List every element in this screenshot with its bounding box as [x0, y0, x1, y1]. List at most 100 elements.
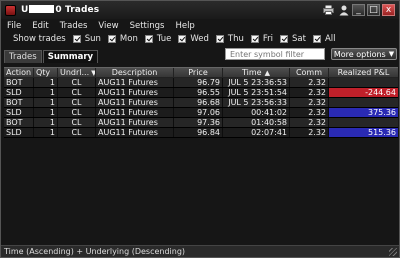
header-description[interactable]: Description: [96, 68, 174, 77]
minimize-button[interactable]: _: [352, 4, 365, 16]
table-row[interactable]: SLD 1 CL AUG11 Futures 96.84 02:07:41 2.…: [4, 128, 398, 138]
redacted-account-box: [29, 5, 55, 13]
header-price[interactable]: Price: [174, 68, 223, 77]
cell-description: AUG11 Futures: [96, 108, 174, 117]
checkbox-box[interactable]: [72, 35, 81, 43]
close-button[interactable]: x: [382, 4, 395, 16]
checkbox-box[interactable]: [178, 35, 187, 43]
table-row[interactable]: BOT 1 CL AUG11 Futures 96.79 JUL 5 23:36…: [4, 78, 398, 88]
checkbox-box[interactable]: [144, 35, 153, 43]
cell-description: AUG11 Futures: [96, 78, 174, 87]
menu-file[interactable]: File: [7, 21, 21, 31]
show-trades-bar: Show trades Sun Mon Tue Wed Thu Fri Sat …: [1, 32, 399, 46]
header-underlying-label: Undrl...: [60, 68, 90, 77]
cell-price: 96.55: [174, 88, 223, 97]
menu-help[interactable]: Help: [175, 21, 194, 31]
cell-price: 97.06: [174, 108, 223, 117]
cell-realized-pnl: [329, 118, 398, 127]
checkbox-tue[interactable]: Tue: [144, 34, 172, 44]
checkbox-sun[interactable]: Sun: [72, 34, 101, 44]
menu-edit[interactable]: Edit: [32, 21, 48, 31]
cell-time: JUL 5 23:56:33: [223, 98, 290, 107]
printer-icon[interactable]: [322, 4, 335, 17]
checkbox-label: Sun: [84, 34, 101, 44]
cell-description: AUG11 Futures: [96, 118, 174, 127]
table-row[interactable]: BOT 1 CL AUG11 Futures 96.68 JUL 5 23:56…: [4, 98, 398, 108]
checkbox-label: Mon: [119, 34, 138, 44]
cell-comm: 2.32: [290, 78, 329, 87]
more-options-label: More options: [333, 49, 386, 59]
cell-qty: 1: [34, 128, 58, 137]
person-icon[interactable]: [337, 4, 350, 17]
cell-qty: 1: [34, 118, 58, 127]
cell-price: 97.36: [174, 118, 223, 127]
cell-qty: 1: [34, 108, 58, 117]
cell-time: 00:41:02: [223, 108, 290, 117]
cell-qty: 1: [34, 78, 58, 87]
cell-underlying: CL: [58, 128, 96, 137]
checkbox-label: All: [324, 34, 336, 44]
cell-action: SLD: [4, 128, 34, 137]
checkbox-box[interactable]: [107, 35, 116, 43]
header-action[interactable]: Action: [4, 68, 34, 77]
symbol-filter-input[interactable]: [225, 48, 325, 60]
checkbox-sat[interactable]: Sat: [280, 34, 306, 44]
cell-time: 01:40:58: [223, 118, 290, 127]
header-time[interactable]: Time ▲: [223, 68, 290, 77]
status-bar: Time (Ascending) + Underlying (Descendin…: [1, 245, 399, 257]
cell-action: SLD: [4, 88, 34, 97]
header-time-label: Time: [242, 68, 262, 77]
cell-description: AUG11 Futures: [96, 128, 174, 137]
cell-action: BOT: [4, 78, 34, 87]
menu-settings[interactable]: Settings: [130, 21, 165, 31]
checkbox-mon[interactable]: Mon: [107, 34, 138, 44]
table-row[interactable]: BOT 1 CL AUG11 Futures 97.36 01:40:58 2.…: [4, 118, 398, 128]
cell-comm: 2.32: [290, 98, 329, 107]
cell-underlying: CL: [58, 88, 96, 97]
cell-qty: 1: [34, 88, 58, 97]
checkbox-label: Fri: [262, 34, 274, 44]
checkbox-box[interactable]: [250, 35, 259, 43]
header-realized-pnl[interactable]: Realized P&L: [329, 68, 398, 77]
chevron-down-icon: ▼: [388, 50, 395, 58]
cell-underlying: CL: [58, 98, 96, 107]
checkbox-box[interactable]: [215, 35, 224, 43]
sort-ascending-icon: ▲: [264, 68, 270, 77]
menu-trades[interactable]: Trades: [60, 21, 88, 31]
restore-button[interactable]: □: [367, 4, 380, 16]
table-row[interactable]: SLD 1 CL AUG11 Futures 97.06 00:41:02 2.…: [4, 108, 398, 118]
cell-underlying: CL: [58, 118, 96, 127]
checkbox-label: Sat: [292, 34, 306, 44]
header-underlying[interactable]: Undrl...▼: [58, 68, 96, 77]
window-title-prefix: U: [21, 5, 29, 15]
cell-comm: 2.32: [290, 118, 329, 127]
header-qty[interactable]: Qty: [34, 68, 58, 77]
checkbox-all[interactable]: All: [312, 34, 336, 44]
table-row[interactable]: SLD 1 CL AUG11 Futures 96.55 JUL 5 23:51…: [4, 88, 398, 98]
checkbox-box[interactable]: [312, 35, 321, 43]
tab-summary[interactable]: Summary: [42, 50, 99, 63]
checkbox-label: Thu: [227, 34, 244, 44]
checkbox-label: Tue: [156, 34, 172, 44]
tab-trades[interactable]: Trades: [4, 50, 42, 63]
menu-bar: File Edit Trades View Settings Help: [1, 19, 399, 32]
cell-comm: 2.32: [290, 88, 329, 97]
header-comm[interactable]: Comm: [290, 68, 329, 77]
cell-price: 96.79: [174, 78, 223, 87]
menu-view[interactable]: View: [98, 21, 118, 31]
window-title-suffix: 0 Trades: [55, 5, 100, 15]
cell-action: BOT: [4, 98, 34, 107]
cell-realized-pnl: [329, 78, 398, 87]
checkbox-box[interactable]: [280, 35, 289, 43]
checkbox-fri[interactable]: Fri: [250, 34, 274, 44]
checkbox-thu[interactable]: Thu: [215, 34, 244, 44]
cell-time: JUL 5 23:51:54: [223, 88, 290, 97]
cell-qty: 1: [34, 98, 58, 107]
more-options-button[interactable]: More options ▼: [331, 48, 397, 60]
cell-comm: 2.32: [290, 108, 329, 117]
cell-description: AUG11 Futures: [96, 98, 174, 107]
resize-grip-icon[interactable]: [389, 248, 397, 256]
checkbox-wed[interactable]: Wed: [178, 34, 209, 44]
trades-window: U 0 Trades _ □ x File Edit Trades View Se…: [0, 0, 400, 258]
table-header: Action Qty Undrl...▼ Description Price T…: [4, 67, 398, 78]
